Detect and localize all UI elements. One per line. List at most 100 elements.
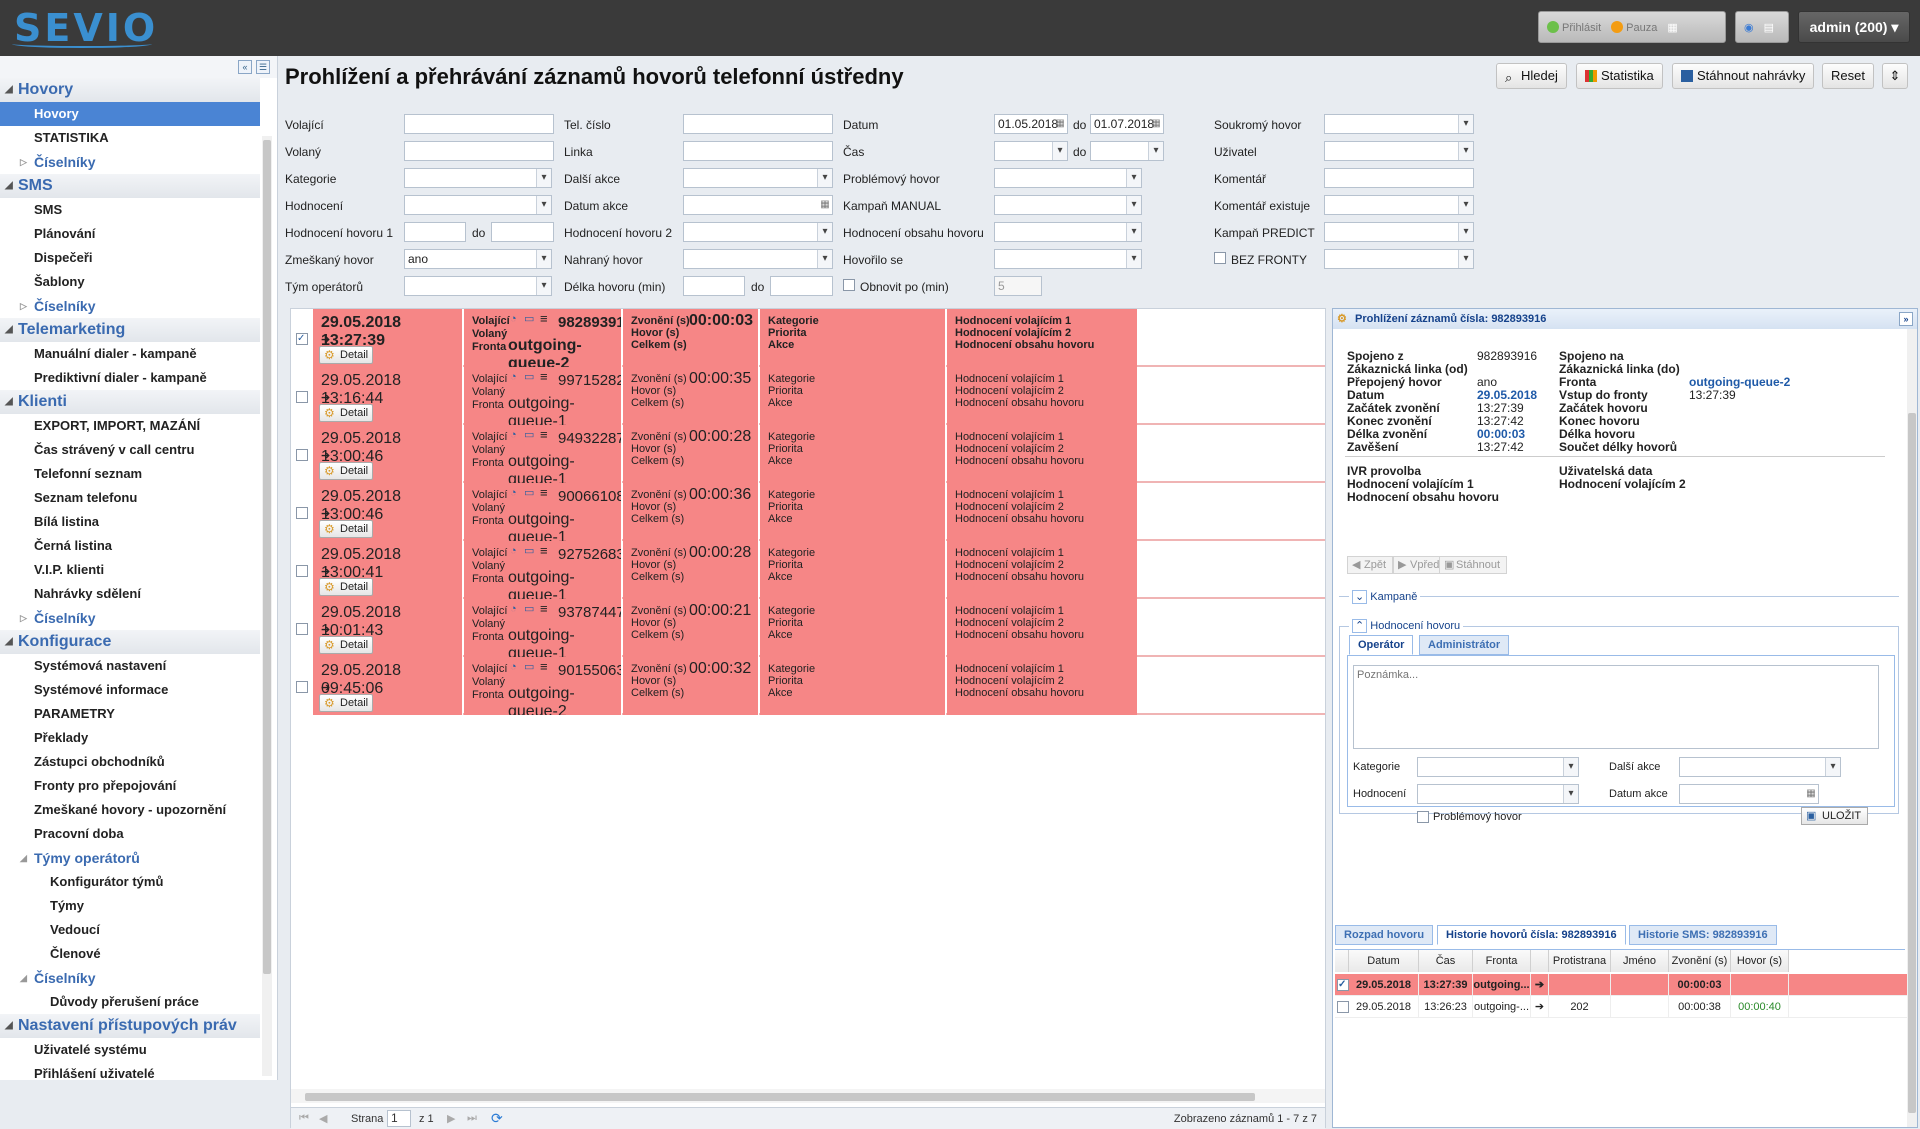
collapse-triangle-icon[interactable]: ◢ xyxy=(20,846,27,870)
table-row[interactable]: ✓29.05.2018 13:27:39➔DetailVolajícíVolan… xyxy=(291,309,1325,367)
nav-item-zmeskane[interactable]: Zmeškané hovory - upozornění xyxy=(0,798,260,822)
bez-fronty-checkbox[interactable] xyxy=(1214,252,1226,264)
first-page-icon[interactable]: ⏮ xyxy=(299,1112,309,1125)
detail-button[interactable]: Detail xyxy=(319,404,374,422)
collapse-all-icon[interactable]: « xyxy=(238,60,252,74)
phone-icon[interactable]: ◔ xyxy=(510,487,517,499)
chat-icon[interactable]: ▭ xyxy=(524,312,534,325)
history-col-header[interactable]: Hovor (s) xyxy=(1731,950,1789,972)
last-page-icon[interactable]: ⏭ xyxy=(467,1112,477,1125)
tab-administrator[interactable]: Administrátor xyxy=(1419,635,1510,655)
nav-section-klienti[interactable]: ◢ Klienti xyxy=(0,390,260,414)
nav-item-duvody-preruseni[interactable]: Důvody přerušení práce xyxy=(0,990,260,1014)
collapse-triangle-icon[interactable]: ◢ xyxy=(5,174,13,198)
nav-item-vedouci[interactable]: Vedoucí xyxy=(0,918,260,942)
hodnoceni1-from-input[interactable] xyxy=(404,222,466,242)
row-checkbox[interactable] xyxy=(296,565,308,577)
calendar-icon[interactable]: ▦ xyxy=(1667,21,1677,34)
sidebar-scroll-thumb[interactable] xyxy=(263,140,271,974)
search-button[interactable]: ⌕ Hledej xyxy=(1496,63,1567,89)
tel-input[interactable] xyxy=(683,114,833,134)
expand-triangle-icon[interactable]: ▷ xyxy=(20,606,27,630)
row-checkbox[interactable] xyxy=(296,681,308,693)
back-button[interactable]: ◀ Zpět xyxy=(1347,556,1394,574)
nav-item-predictive-dialer[interactable]: Prediktivní dialer - kampaně xyxy=(0,366,260,390)
menu-icon[interactable]: ≡ xyxy=(540,311,548,326)
table-row[interactable]: 29.05.2018 13:00:46➔DetailVolajícíVolaný… xyxy=(291,425,1325,483)
chat-icon[interactable]: ▤ xyxy=(1764,21,1774,34)
download-recordings-button[interactable]: Stáhnout nahrávky xyxy=(1672,63,1815,89)
nav-item-uzivatele[interactable]: Uživatelé systému xyxy=(0,1038,260,1062)
delka-to-input[interactable] xyxy=(770,276,833,296)
hodnoceni-select[interactable] xyxy=(404,195,552,215)
nav-item-cas-call-centrum[interactable]: Čas strávený v call centru xyxy=(0,438,260,462)
table-row[interactable]: 29.05.2018 13:16:44➔DetailVolajícíVolaný… xyxy=(291,367,1325,425)
nav-item-sms[interactable]: SMS xyxy=(0,198,260,222)
dalsi-akce-select[interactable] xyxy=(683,168,833,188)
obnovit-spinner[interactable]: 5 xyxy=(994,276,1042,296)
chat-icon[interactable]: ▭ xyxy=(524,602,534,615)
phone-icon[interactable]: ◔ xyxy=(510,545,517,557)
phone-icon[interactable]: ◔ xyxy=(510,371,517,383)
nav-item-export-import[interactable]: EXPORT, IMPORT, MAZÁNÍ xyxy=(0,414,260,438)
history-row-checkbox[interactable]: ✓ xyxy=(1337,979,1349,991)
row-checkbox[interactable] xyxy=(296,507,308,519)
row-checkbox[interactable]: ✓ xyxy=(296,333,308,345)
tab-operator[interactable]: Operátor xyxy=(1349,635,1414,655)
collapse-triangle-icon[interactable]: ◢ xyxy=(20,966,27,990)
phone-icon[interactable]: ◔ xyxy=(510,429,517,441)
download-button[interactable]: ▣ Stáhnout xyxy=(1439,556,1508,574)
sort-toggle-icon[interactable]: ⇕ xyxy=(1882,63,1908,89)
history-col-header[interactable] xyxy=(1531,950,1549,972)
phone-icon[interactable]: ◔ xyxy=(510,313,517,325)
nav-item-vip-klienti[interactable]: V.I.P. klienti xyxy=(0,558,260,582)
chat-icon[interactable]: ▭ xyxy=(524,428,534,441)
tab-historie-sms[interactable]: Historie SMS: 982893916 xyxy=(1629,925,1777,945)
grid-scroll-thumb[interactable] xyxy=(305,1093,1255,1101)
kampan-manual-select[interactable] xyxy=(994,195,1142,215)
history-col-header[interactable]: Zvonění (s) xyxy=(1669,950,1731,972)
detail-scroll-thumb[interactable] xyxy=(1908,413,1916,1113)
komentar-existuje-select[interactable] xyxy=(1324,195,1474,215)
nav-item-nahravky-sdeleni[interactable]: Nahrávky sdělení xyxy=(0,582,260,606)
hodnoceni1-to-input[interactable] xyxy=(491,222,554,242)
nav-item-statistika[interactable]: STATISTIKA xyxy=(0,126,260,150)
hodnoceni2-select[interactable] xyxy=(683,222,833,242)
dp-kategorie-select[interactable] xyxy=(1417,757,1579,777)
history-row[interactable]: ✓ 29.05.2018 13:27:39 outgoing... ➔ 00:00:03 xyxy=(1335,974,1907,996)
nav-section-hovory[interactable]: ◢ Hovory xyxy=(0,78,260,102)
tab-historie-hovoru[interactable]: Historie hovorů čísla: 982893916 xyxy=(1437,925,1626,945)
expand-triangle-icon[interactable]: ▷ xyxy=(20,150,27,174)
row-checkbox[interactable] xyxy=(296,391,308,403)
globe-icon[interactable]: ◉ xyxy=(1744,21,1754,34)
nav-section-telemarketing[interactable]: ◢ Telemarketing xyxy=(0,318,260,342)
menu-icon[interactable]: ≡ xyxy=(540,659,548,674)
datum-to-input[interactable]: 01.07.2018 xyxy=(1090,114,1164,134)
table-row[interactable]: 29.05.2018 09:45:06➔DetailVolajícíVolaný… xyxy=(291,657,1325,715)
bez-fronty-select[interactable] xyxy=(1324,249,1474,269)
menu-icon[interactable]: ≡ xyxy=(540,427,548,442)
nav-item-cerna-listina[interactable]: Černá listina xyxy=(0,534,260,558)
prev-page-icon[interactable]: ◀ xyxy=(319,1112,327,1125)
nahrany-select[interactable] xyxy=(683,249,833,269)
expand-triangle-icon[interactable]: ▷ xyxy=(20,294,27,318)
nav-item-hovory[interactable]: Hovory xyxy=(0,102,260,126)
detail-button[interactable]: Detail xyxy=(319,462,374,480)
nav-item-seznam-telefonu[interactable]: Seznam telefonu xyxy=(0,486,260,510)
dp-datum-akce-input[interactable] xyxy=(1679,784,1819,804)
chat-icon[interactable]: ▭ xyxy=(524,544,534,557)
nav-item-systemova-nastaveni[interactable]: Systémová nastavení xyxy=(0,654,260,678)
chat-icon[interactable]: ▭ xyxy=(524,370,534,383)
page-input[interactable]: 1 xyxy=(387,1110,411,1127)
save-button[interactable]: ▣ ULOŽIT xyxy=(1801,807,1869,825)
kampan-predict-select[interactable] xyxy=(1324,222,1474,242)
hovorilo-select[interactable] xyxy=(994,249,1142,269)
next-page-icon[interactable]: ▶ xyxy=(447,1112,455,1125)
nav-section-prava[interactable]: ◢ Nastavení přístupových práv xyxy=(0,1014,260,1038)
nav-item-manual-dialer[interactable]: Manuální dialer - kampaně xyxy=(0,342,260,366)
menu-icon[interactable]: ≡ xyxy=(540,601,548,616)
nav-item-bila-listina[interactable]: Bílá listina xyxy=(0,510,260,534)
collapse-triangle-icon[interactable]: ◢ xyxy=(5,318,13,342)
dp-dalsi-akce-select[interactable] xyxy=(1679,757,1841,777)
history-col-header[interactable]: Jméno xyxy=(1611,950,1669,972)
